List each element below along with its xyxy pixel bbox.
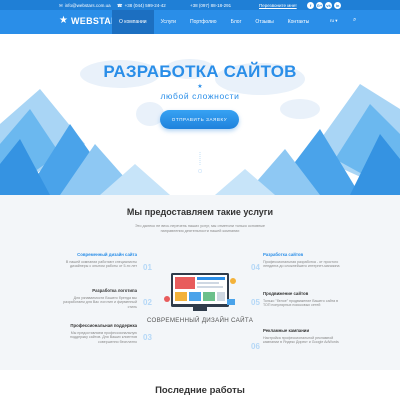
language-label: ru [330, 18, 335, 23]
hero-title: РАЗРАБОТКА САЙТОВ [103, 62, 297, 81]
service-item-design[interactable]: Современный дизайн сайта В нашей компани… [57, 252, 137, 269]
service-item-development[interactable]: Разработка сайтов Профессиональная разра… [263, 252, 343, 269]
nav-item-contacts[interactable]: Контакты [281, 10, 317, 34]
email-text: info@webstars.com.ua [64, 3, 111, 8]
hero-section: РАЗРАБОТКА САЙТОВ ★ любой сложности ОТПР… [0, 34, 400, 195]
service-text: В нашей компании работают специалисты ди… [65, 259, 137, 269]
service-number: 02 [143, 298, 152, 307]
center-caption: СОВРЕМЕННЫЙ ДИЗАЙН САЙТА [146, 317, 254, 324]
phone-icon: ☎ [117, 2, 123, 8]
send-request-button[interactable]: ОТПРАВИТЬ ЗАЯВКУ [160, 110, 239, 129]
envelope-icon: ✉ [59, 2, 63, 8]
google-plus-icon[interactable]: G+ [316, 1, 323, 9]
service-item-support[interactable]: Профессиональная поддержка Мы предоставл… [57, 323, 137, 344]
callback-link[interactable]: Перезвоните мне! [259, 3, 297, 8]
nav-item-about[interactable]: О компании [112, 10, 154, 34]
service-text: Мы предоставляем профессиональную поддер… [70, 330, 137, 344]
nav-menu: О компании Услуги Портфолио Блог Отзывы … [112, 10, 316, 34]
hero-subtitle: любой сложности [160, 91, 240, 101]
phone-contact-1[interactable]: ☎ +38 (044) 599-24-42 [117, 3, 166, 9]
service-title: Рекламные кампании [263, 328, 310, 333]
services-title: Мы предоставляем такие услуги [126, 207, 274, 217]
last-works-title: Последние работы [155, 385, 245, 396]
service-text: Профессиональная разработка - от простог… [263, 259, 340, 269]
star-logo-icon: ★ [59, 15, 68, 26]
lightbulb-icon: ◌ [197, 168, 203, 175]
service-number: 01 [143, 263, 152, 272]
service-title: Разработка сайтов [263, 252, 304, 257]
service-item-ads[interactable]: Рекламные кампании Настройка профессиона… [263, 328, 343, 345]
social-links: f G+ vk in [307, 1, 341, 9]
service-number: 06 [251, 342, 260, 351]
service-number: 05 [251, 298, 260, 307]
service-number: 04 [251, 263, 260, 272]
service-number: 03 [143, 333, 152, 342]
chevron-down-icon: ▾ [335, 18, 338, 23]
nav-item-label: О компании [119, 19, 147, 25]
service-item-promotion[interactable]: Продвижение сайтов Только "белое" продви… [263, 291, 343, 308]
service-text: Настройка профессиональной рекламной кам… [263, 335, 339, 345]
nav-item-reviews[interactable]: Отзывы [248, 10, 280, 34]
nav-item-label: Контакты [287, 19, 310, 25]
service-title: Продвижение сайтов [263, 291, 309, 296]
vk-icon[interactable]: vk [325, 1, 332, 9]
service-title: Современный дизайн сайта [77, 252, 137, 257]
nav-item-services[interactable]: Услуги [154, 10, 183, 34]
linkedin-icon[interactable]: in [334, 1, 341, 9]
nav-item-label: Блог [230, 19, 242, 25]
top-bar: ✉ info@webstars.com.ua ☎ +38 (044) 599-2… [0, 0, 400, 10]
service-title: Профессиональная поддержка [70, 323, 137, 328]
nav-item-label: Портфолио [189, 19, 217, 25]
search-icon[interactable]: ⌕ [353, 17, 356, 24]
language-selector[interactable]: ru ▾ [330, 18, 338, 24]
services-section: Мы предоставляем такие услуги Это далеко… [0, 195, 400, 370]
nav-item-blog[interactable]: Блог [224, 10, 249, 34]
phone-contact-2[interactable]: +38 (097) 88-18-291 [190, 3, 231, 8]
main-navbar: ★ WEBSTARS О компании Услуги Портфолио Б… [0, 10, 400, 34]
service-text: Для узнаваемости Вашего бренда мы разраб… [63, 295, 137, 309]
email-contact[interactable]: ✉ info@webstars.com.ua [59, 3, 111, 9]
last-works-section: Последние работы [0, 370, 400, 400]
nav-item-portfolio[interactable]: Портфолио [183, 10, 224, 34]
design-illustration [164, 273, 236, 311]
phone-text-2: +38 (097) 88-18-291 [190, 2, 232, 8]
star-icon: ★ [197, 84, 203, 90]
nav-item-label: Отзывы [255, 19, 274, 25]
service-item-logo[interactable]: Разработка логотипа Для узнаваемости Ваш… [57, 288, 137, 309]
phone-text-1: +38 (044) 599-24-42 [124, 3, 166, 8]
nav-item-label: Услуги [160, 19, 176, 25]
facebook-icon[interactable]: f [307, 1, 314, 9]
services-lead: Это далеко не весь перечень наших услуг,… [134, 224, 266, 233]
service-text: Только "белое" продвижение Вашего сайта … [263, 298, 339, 308]
service-title: Разработка логотипа [92, 288, 137, 293]
